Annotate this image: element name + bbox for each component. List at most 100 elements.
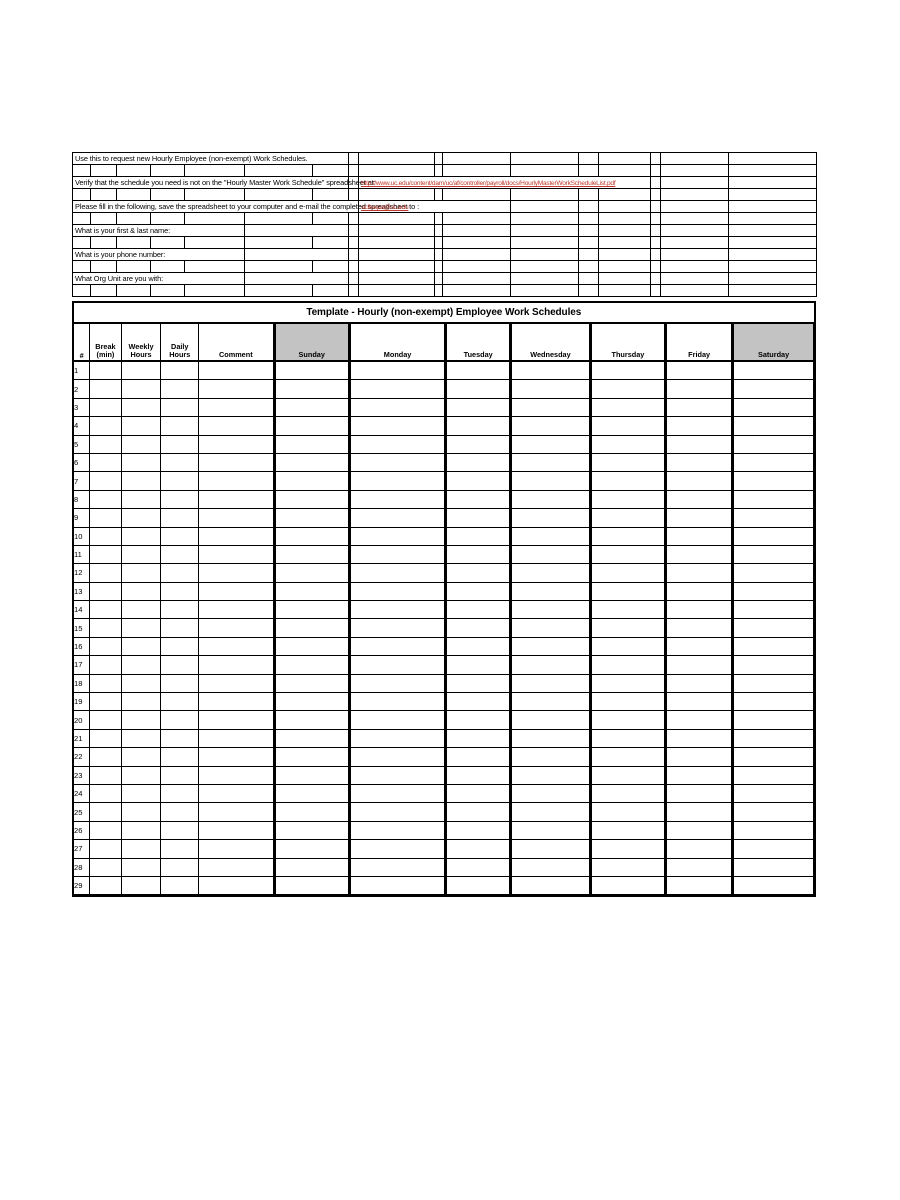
cell-tuesday[interactable] bbox=[445, 747, 513, 767]
cell-break-min[interactable] bbox=[89, 600, 122, 620]
cell-comment[interactable] bbox=[198, 360, 275, 381]
cell-friday[interactable] bbox=[665, 489, 735, 510]
cell-tuesday[interactable] bbox=[445, 508, 513, 528]
cell-weekly-hours[interactable] bbox=[120, 544, 162, 565]
cell-weekly-hours[interactable] bbox=[120, 379, 162, 399]
cell-sunday[interactable] bbox=[272, 655, 351, 675]
cell-daily-hours[interactable] bbox=[160, 526, 200, 546]
cell-friday[interactable] bbox=[665, 600, 735, 620]
cell-weekly-hours[interactable] bbox=[120, 710, 162, 730]
cell-weekly-hours[interactable] bbox=[120, 802, 162, 822]
cell-tuesday[interactable] bbox=[445, 710, 513, 730]
cell-thursday[interactable] bbox=[589, 802, 668, 822]
cell-wednesday[interactable] bbox=[510, 416, 592, 436]
cell-break-min[interactable] bbox=[89, 747, 122, 767]
cell-friday[interactable] bbox=[665, 710, 735, 730]
cell-sunday[interactable] bbox=[272, 471, 351, 491]
cell-weekly-hours[interactable] bbox=[120, 875, 162, 898]
cell-weekly-hours[interactable] bbox=[120, 728, 162, 749]
cell-saturday[interactable] bbox=[732, 416, 816, 436]
cell-saturday[interactable] bbox=[732, 857, 816, 877]
cell-friday[interactable] bbox=[665, 618, 735, 638]
cell-comment[interactable] bbox=[198, 563, 275, 583]
cell-wednesday[interactable] bbox=[510, 471, 592, 491]
cell-break-min[interactable] bbox=[89, 857, 122, 877]
cell-comment[interactable] bbox=[198, 875, 275, 898]
cell-sunday[interactable] bbox=[272, 563, 351, 583]
cell-thursday[interactable] bbox=[589, 765, 668, 785]
cell-monday[interactable] bbox=[348, 820, 448, 841]
cell-break-min[interactable] bbox=[89, 544, 122, 565]
cell-saturday[interactable] bbox=[732, 471, 816, 491]
cell-comment[interactable] bbox=[198, 581, 275, 602]
cell-weekly-hours[interactable] bbox=[120, 416, 162, 436]
cell-comment[interactable] bbox=[198, 416, 275, 436]
cell-thursday[interactable] bbox=[589, 728, 668, 749]
cell-daily-hours[interactable] bbox=[160, 802, 200, 822]
cell-thursday[interactable] bbox=[589, 397, 668, 418]
cell-tuesday[interactable] bbox=[445, 360, 513, 381]
cell-break-min[interactable] bbox=[89, 673, 122, 694]
cell-saturday[interactable] bbox=[732, 875, 816, 898]
cell-friday[interactable] bbox=[665, 692, 735, 712]
cell-thursday[interactable] bbox=[589, 563, 668, 583]
cell-thursday[interactable] bbox=[589, 839, 668, 859]
cell-tuesday[interactable] bbox=[445, 489, 513, 510]
cell-daily-hours[interactable] bbox=[160, 857, 200, 877]
cell-break-min[interactable] bbox=[89, 875, 122, 898]
cell-weekly-hours[interactable] bbox=[120, 747, 162, 767]
cell-tuesday[interactable] bbox=[445, 857, 513, 877]
cell-comment[interactable] bbox=[198, 765, 275, 785]
master-schedule-link-cell[interactable]: http://www.uc.edu/content/dam/uc/af/cont… bbox=[358, 176, 652, 189]
cell-wednesday[interactable] bbox=[510, 839, 592, 859]
cell-thursday[interactable] bbox=[589, 452, 668, 473]
cell-thursday[interactable] bbox=[589, 875, 668, 898]
cell-monday[interactable] bbox=[348, 434, 448, 454]
cell-thursday[interactable] bbox=[589, 416, 668, 436]
cell-monday[interactable] bbox=[348, 508, 448, 528]
cell-comment[interactable] bbox=[198, 508, 275, 528]
cell-daily-hours[interactable] bbox=[160, 747, 200, 767]
cell-daily-hours[interactable] bbox=[160, 618, 200, 638]
cell-tuesday[interactable] bbox=[445, 618, 513, 638]
cell-friday[interactable] bbox=[665, 526, 735, 546]
cell-friday[interactable] bbox=[665, 875, 735, 898]
cell-break-min[interactable] bbox=[89, 802, 122, 822]
cell-comment[interactable] bbox=[198, 747, 275, 767]
cell-saturday[interactable] bbox=[732, 526, 816, 546]
cell-break-min[interactable] bbox=[89, 728, 122, 749]
cell-saturday[interactable] bbox=[732, 655, 816, 675]
cell-comment[interactable] bbox=[198, 471, 275, 491]
cell-tuesday[interactable] bbox=[445, 636, 513, 657]
cell-thursday[interactable] bbox=[589, 673, 668, 694]
cell-thursday[interactable] bbox=[589, 692, 668, 712]
cell-weekly-hours[interactable] bbox=[120, 360, 162, 381]
cell-monday[interactable] bbox=[348, 728, 448, 749]
cell-saturday[interactable] bbox=[732, 765, 816, 785]
cell-break-min[interactable] bbox=[89, 581, 122, 602]
cell-friday[interactable] bbox=[665, 783, 735, 804]
cell-tuesday[interactable] bbox=[445, 600, 513, 620]
cell-wednesday[interactable] bbox=[510, 360, 592, 381]
cell-friday[interactable] bbox=[665, 471, 735, 491]
cell-saturday[interactable] bbox=[732, 434, 816, 454]
cell-saturday[interactable] bbox=[732, 452, 816, 473]
cell-daily-hours[interactable] bbox=[160, 379, 200, 399]
cell-wednesday[interactable] bbox=[510, 857, 592, 877]
cell-weekly-hours[interactable] bbox=[120, 655, 162, 675]
cell-comment[interactable] bbox=[198, 820, 275, 841]
cell-daily-hours[interactable] bbox=[160, 360, 200, 381]
cell-weekly-hours[interactable] bbox=[120, 857, 162, 877]
cell-friday[interactable] bbox=[665, 544, 735, 565]
cell-comment[interactable] bbox=[198, 600, 275, 620]
cell-break-min[interactable] bbox=[89, 416, 122, 436]
cell-friday[interactable] bbox=[665, 673, 735, 694]
cell-saturday[interactable] bbox=[732, 581, 816, 602]
cell-wednesday[interactable] bbox=[510, 452, 592, 473]
cell-daily-hours[interactable] bbox=[160, 471, 200, 491]
cell-wednesday[interactable] bbox=[510, 673, 592, 694]
cell-tuesday[interactable] bbox=[445, 452, 513, 473]
cell-friday[interactable] bbox=[665, 508, 735, 528]
cell-daily-hours[interactable] bbox=[160, 820, 200, 841]
cell-friday[interactable] bbox=[665, 728, 735, 749]
